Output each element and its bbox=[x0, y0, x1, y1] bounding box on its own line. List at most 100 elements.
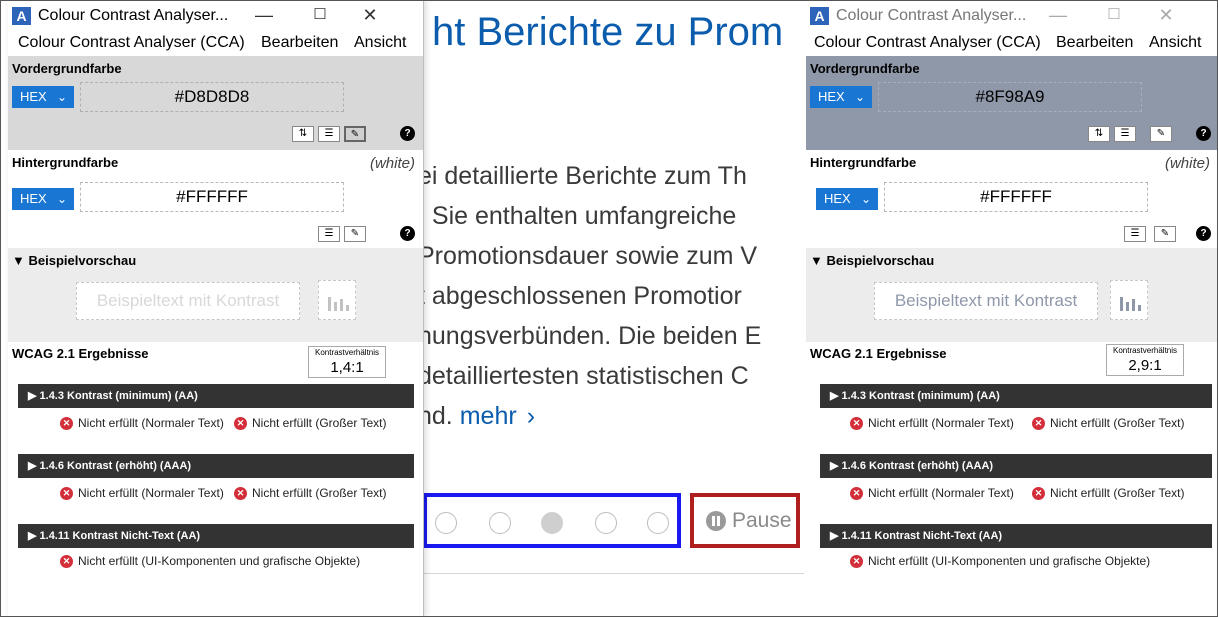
criterion-1-4-3[interactable]: ▶ 1.4.3 Kontrast (minimum) (AA) bbox=[820, 384, 1212, 408]
foreground-format-dropdown[interactable]: HEX ⌄ bbox=[810, 86, 872, 108]
format-label: HEX bbox=[818, 89, 845, 104]
maximize-icon[interactable]: ☐ bbox=[298, 2, 342, 30]
carousel-dot-5[interactable] bbox=[647, 512, 669, 534]
foreground-label: Vordergrundfarbe bbox=[12, 61, 122, 76]
background-section: Hintergrundfarbe (white) HEX ⌄ #FFFFFF ☰ … bbox=[8, 150, 423, 248]
help-icon[interactable]: ? bbox=[400, 126, 415, 141]
ratio-label: Kontrastverhältnis bbox=[1112, 346, 1178, 355]
result-item: ✕ Nicht erfüllt (Normaler Text) bbox=[60, 416, 230, 430]
more-link[interactable]: mehr bbox=[460, 402, 517, 430]
chevron-down-icon: ⌄ bbox=[56, 192, 67, 206]
help-icon[interactable]: ? bbox=[1196, 126, 1211, 141]
format-label: HEX bbox=[20, 191, 47, 206]
preview-toggle[interactable]: ▼ Beispielvorschau bbox=[810, 253, 934, 268]
help-icon[interactable]: ? bbox=[1196, 226, 1211, 241]
pause-button-highlight[interactable]: Pause bbox=[690, 493, 800, 548]
close-icon[interactable]: ✕ bbox=[1144, 2, 1188, 30]
chevron-right-icon[interactable]: › bbox=[527, 402, 535, 430]
background-format-dropdown[interactable]: HEX ⌄ bbox=[816, 188, 878, 210]
menu-bearbeiten[interactable]: Bearbeiten bbox=[1056, 34, 1133, 52]
result-item: ✕ Nicht erfüllt (Normaler Text) bbox=[850, 416, 1020, 430]
fail-x-icon: ✕ bbox=[850, 555, 863, 568]
menu-bearbeiten[interactable]: Bearbeiten bbox=[261, 34, 338, 52]
contrast-ratio-box: Kontrastverhältnis 2,9:1 bbox=[1106, 344, 1184, 376]
paragraph-line: t abgeschlossenen Promotior bbox=[418, 282, 742, 310]
eyedropper-icon[interactable]: ✎ bbox=[1150, 126, 1172, 142]
eyedropper-icon[interactable]: ✎ bbox=[344, 126, 366, 142]
window-title: Colour Contrast Analyser... bbox=[38, 7, 229, 24]
minimize-icon[interactable]: — bbox=[242, 2, 286, 30]
criterion-1-4-6[interactable]: ▶ 1.4.6 Kontrast (erhöht) (AAA) bbox=[820, 454, 1212, 478]
menu-cca[interactable]: Colour Contrast Analyser (CCA) bbox=[814, 34, 1041, 52]
background-hex-input[interactable]: #FFFFFF bbox=[884, 182, 1148, 212]
criterion-1-4-11[interactable]: ▶ 1.4.11 Kontrast Nicht-Text (AA) bbox=[820, 524, 1212, 548]
foreground-section: Vordergrundfarbe HEX ⌄ #8F98A9 ⇅ ☰ ✎ ? bbox=[806, 56, 1218, 150]
page-paragraph: ei detaillierte Berichte zum Th . Sie en… bbox=[418, 156, 761, 436]
result-item: ✕ Nicht erfüllt (UI-Komponenten und grafi… bbox=[60, 554, 420, 568]
minimize-icon[interactable]: — bbox=[1036, 2, 1080, 30]
criterion-1-4-3[interactable]: ▶ 1.4.3 Kontrast (minimum) (AA) bbox=[18, 384, 414, 408]
carousel-dot-2[interactable] bbox=[489, 512, 511, 534]
fail-x-icon: ✕ bbox=[234, 487, 247, 500]
preview-toggle[interactable]: ▼ Beispielvorschau bbox=[12, 253, 136, 268]
adjust-icon[interactable]: ☰ bbox=[318, 226, 340, 242]
result-item: ✕ Nicht erfüllt (Normaler Text) bbox=[60, 486, 230, 500]
chevron-down-icon: ⌄ bbox=[854, 90, 865, 104]
foreground-hex-input[interactable]: #8F98A9 bbox=[878, 82, 1142, 112]
help-icon[interactable]: ? bbox=[400, 226, 415, 241]
window-title: Colour Contrast Analyser... bbox=[836, 7, 1027, 24]
ratio-value: 2,9:1 bbox=[1128, 357, 1162, 374]
adjust-icon[interactable]: ☰ bbox=[318, 126, 340, 142]
fail-x-icon: ✕ bbox=[850, 487, 863, 500]
fail-x-icon: ✕ bbox=[850, 417, 863, 430]
pause-icon[interactable] bbox=[706, 511, 726, 531]
cca-window-left: A Colour Contrast Analyser... — ☐ ✕ Colo… bbox=[8, 0, 424, 617]
menu-ansicht[interactable]: Ansicht bbox=[1149, 34, 1201, 52]
background-hex-input[interactable]: #FFFFFF bbox=[80, 182, 344, 212]
result-item: ✕ Nicht erfüllt (UI-Komponenten und grafi… bbox=[850, 554, 1216, 568]
menu-bar: Colour Contrast Analyser (CCA) Bearbeite… bbox=[806, 32, 1218, 56]
background-format-dropdown[interactable]: HEX ⌄ bbox=[12, 188, 74, 210]
result-item: ✕ Nicht erfüllt (Normaler Text) bbox=[850, 486, 1020, 500]
eyedropper-icon[interactable]: ✎ bbox=[1154, 226, 1176, 242]
adjust-icon[interactable]: ☰ bbox=[1114, 126, 1136, 142]
chart-preview-icon bbox=[1110, 280, 1148, 320]
paragraph-line: Promotionsdauer sowie zum V bbox=[418, 242, 758, 270]
fail-x-icon: ✕ bbox=[234, 417, 247, 430]
fail-x-icon: ✕ bbox=[1032, 417, 1045, 430]
background-label: Hintergrundfarbe bbox=[12, 155, 119, 170]
divider bbox=[424, 573, 804, 574]
fail-x-icon: ✕ bbox=[60, 555, 73, 568]
maximize-icon[interactable]: ☐ bbox=[1092, 2, 1136, 30]
contrast-ratio-box: Kontrastverhältnis 1,4:1 bbox=[308, 346, 386, 378]
title-bar[interactable]: A Colour Contrast Analyser... — ☐ ✕ bbox=[806, 0, 1218, 32]
carousel-dot-3-active[interactable] bbox=[541, 512, 563, 534]
carousel-dot-1[interactable] bbox=[435, 512, 457, 534]
cca-window-right: A Colour Contrast Analyser... — ☐ ✕ Colo… bbox=[806, 0, 1218, 617]
carousel-dot-4[interactable] bbox=[595, 512, 617, 534]
eyedropper-icon[interactable]: ✎ bbox=[344, 226, 366, 242]
fail-x-icon: ✕ bbox=[60, 417, 73, 430]
menu-cca[interactable]: Colour Contrast Analyser (CCA) bbox=[18, 34, 245, 52]
paragraph-line: . Sie enthalten umfangreiche bbox=[418, 202, 737, 230]
foreground-hex-input[interactable]: #D8D8D8 bbox=[80, 82, 344, 112]
criterion-1-4-11[interactable]: ▶ 1.4.11 Kontrast Nicht-Text (AA) bbox=[18, 524, 414, 548]
menu-ansicht[interactable]: Ansicht bbox=[354, 34, 406, 52]
paragraph-line: hungsverbünden. Die beiden E bbox=[418, 322, 762, 350]
swap-icon[interactable]: ⇅ bbox=[292, 126, 314, 142]
chart-preview-icon bbox=[318, 280, 356, 320]
page-heading: ht Berichte zu Prom bbox=[432, 10, 784, 54]
foreground-format-dropdown[interactable]: HEX ⌄ bbox=[12, 86, 74, 108]
color-name-hint: (white) bbox=[369, 155, 415, 172]
format-label: HEX bbox=[20, 89, 47, 104]
preview-section: ▼ Beispielvorschau Beispieltext mit Kont… bbox=[8, 248, 423, 342]
adjust-icon[interactable]: ☰ bbox=[1124, 226, 1146, 242]
pause-label[interactable]: Pause bbox=[732, 509, 792, 533]
swap-icon[interactable]: ⇅ bbox=[1088, 126, 1110, 142]
chevron-down-icon: ⌄ bbox=[56, 90, 67, 104]
background-label: Hintergrundfarbe bbox=[810, 155, 917, 170]
title-bar[interactable]: A Colour Contrast Analyser... — ☐ ✕ bbox=[8, 0, 423, 32]
result-item: ✕ Nicht erfüllt (Großer Text) bbox=[1032, 416, 1218, 430]
criterion-1-4-6[interactable]: ▶ 1.4.6 Kontrast (erhöht) (AAA) bbox=[18, 454, 414, 478]
close-icon[interactable]: ✕ bbox=[348, 2, 392, 30]
